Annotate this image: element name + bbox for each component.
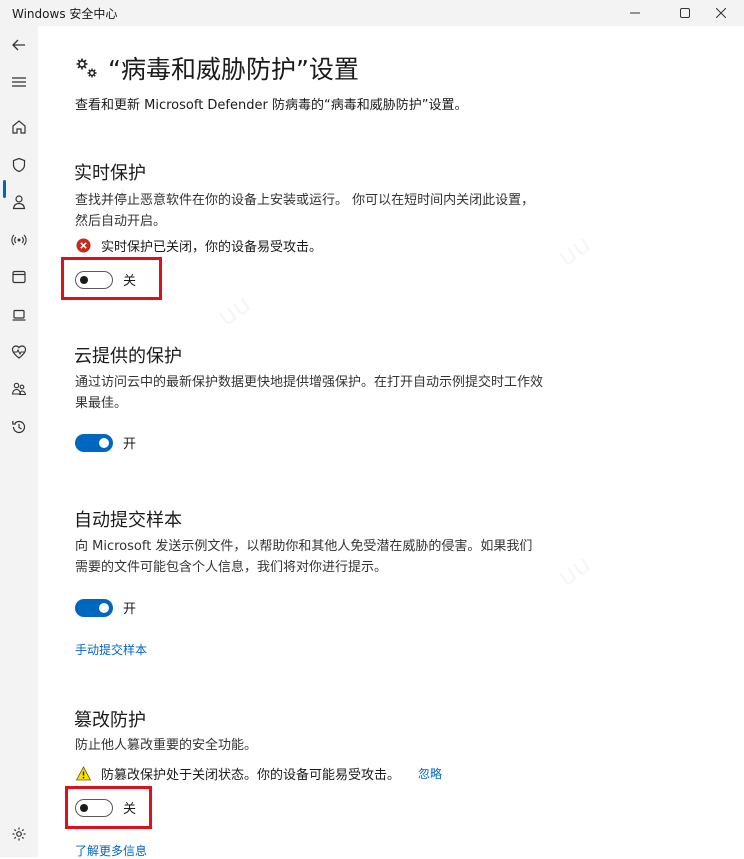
realtime-status: 实时保护已关闭，你的设备易受攻击。 — [76, 236, 322, 255]
maximize-icon — [680, 8, 690, 18]
nav-protection-history[interactable] — [6, 414, 32, 440]
cloud-section-title: 云提供的保护 — [74, 346, 182, 367]
menu-button[interactable] — [6, 69, 32, 95]
close-icon — [716, 8, 726, 18]
submit-sample-link[interactable]: 手动提交样本 — [75, 641, 147, 658]
watermark: uu — [212, 289, 257, 333]
tamper-toggle-row: 关 — [75, 798, 136, 817]
warning-icon — [76, 766, 91, 781]
minimize-button[interactable] — [612, 0, 658, 26]
content-pane: uu uu uu uu “病毒和威胁防护”设置 查看和更新 Microsoft … — [38, 26, 744, 859]
health-icon — [11, 345, 27, 359]
tamper-protection-toggle[interactable] — [75, 798, 113, 817]
app-title: Windows 安全中心 — [12, 7, 118, 21]
tamper-toggle-label: 关 — [123, 802, 137, 817]
app-browser-icon — [12, 270, 26, 284]
tamper-section-title: 篡改防护 — [74, 710, 146, 731]
page-description: 查看和更新 Microsoft Defender 防病毒的“病毒和威胁防护”设置… — [75, 98, 468, 113]
toggle-knob — [80, 275, 88, 284]
minimize-icon — [630, 12, 640, 14]
nav-virus-protection[interactable] — [6, 152, 32, 178]
realtime-protection-toggle[interactable] — [75, 270, 113, 289]
sidebar — [0, 26, 38, 857]
device-icon — [12, 309, 26, 321]
nav-home[interactable] — [6, 114, 32, 140]
nav-settings[interactable] — [6, 821, 32, 847]
close-button[interactable] — [698, 0, 744, 26]
nav-firewall[interactable] — [6, 227, 32, 253]
hamburger-icon — [12, 77, 26, 87]
realtime-status-text: 实时保护已关闭，你的设备易受攻击。 — [101, 240, 323, 255]
page-title: “病毒和威胁防护”设置 — [108, 55, 359, 84]
back-arrow-icon — [12, 39, 25, 51]
toggle-knob — [99, 437, 109, 448]
title-bar: Windows 安全中心 — [0, 0, 744, 26]
page-header: “病毒和威胁防护”设置 — [74, 50, 359, 86]
tamper-status-text: 防篡改保护处于关闭状态。你的设备可能易受攻击。 — [101, 768, 401, 783]
tamper-status: 防篡改保护处于关闭状态。你的设备可能易受攻击。 忽略 — [76, 764, 442, 783]
learn-more-link[interactable]: 了解更多信息 — [75, 842, 147, 859]
realtime-toggle-row: 关 — [75, 270, 136, 289]
sample-toggle-row: 开 — [75, 598, 136, 617]
nav-account-protection[interactable] — [6, 189, 32, 215]
nav-device-security[interactable] — [6, 302, 32, 328]
tamper-section-description: 防止他人篡改重要的安全功能。 — [75, 738, 258, 753]
cloud-section-description: 通过访问云中的最新保护数据更快地提供增强保护。在打开自动示例提交时工作效果最佳。 — [75, 375, 544, 411]
error-icon — [76, 238, 91, 253]
firewall-icon — [11, 234, 27, 246]
cloud-toggle-row: 开 — [75, 433, 136, 452]
cloud-toggle-label: 开 — [123, 437, 137, 452]
nav-family-options[interactable] — [6, 376, 32, 402]
sample-submission-toggle[interactable] — [75, 598, 113, 617]
home-icon — [12, 120, 26, 134]
sample-section-description: 向 Microsoft 发送示例文件，以帮助你和其他人免受潜在威胁的侵害。如果我… — [75, 539, 533, 575]
settings-icon — [12, 827, 26, 841]
sample-section-title: 自动提交样本 — [74, 510, 182, 531]
back-button[interactable] — [6, 32, 32, 58]
realtime-section-description: 查找并停止恶意软件在你的设备上安装或运行。 你可以在短时间内关闭此设置，然后自动… — [75, 193, 535, 229]
sample-toggle-label: 开 — [123, 602, 137, 617]
history-icon — [12, 420, 26, 434]
toggle-knob — [80, 803, 88, 812]
account-icon — [12, 195, 26, 210]
family-icon — [11, 382, 27, 396]
nav-device-health[interactable] — [6, 339, 32, 365]
watermark: uu — [552, 229, 597, 273]
realtime-section-title: 实时保护 — [74, 163, 146, 184]
dismiss-link[interactable]: 忽略 — [418, 765, 442, 782]
gears-icon — [76, 58, 97, 78]
watermark: uu — [552, 549, 597, 593]
shield-icon — [12, 157, 26, 173]
realtime-toggle-label: 关 — [123, 274, 137, 289]
toggle-knob — [99, 602, 109, 613]
cloud-protection-toggle[interactable] — [75, 433, 113, 452]
nav-app-browser[interactable] — [6, 264, 32, 290]
